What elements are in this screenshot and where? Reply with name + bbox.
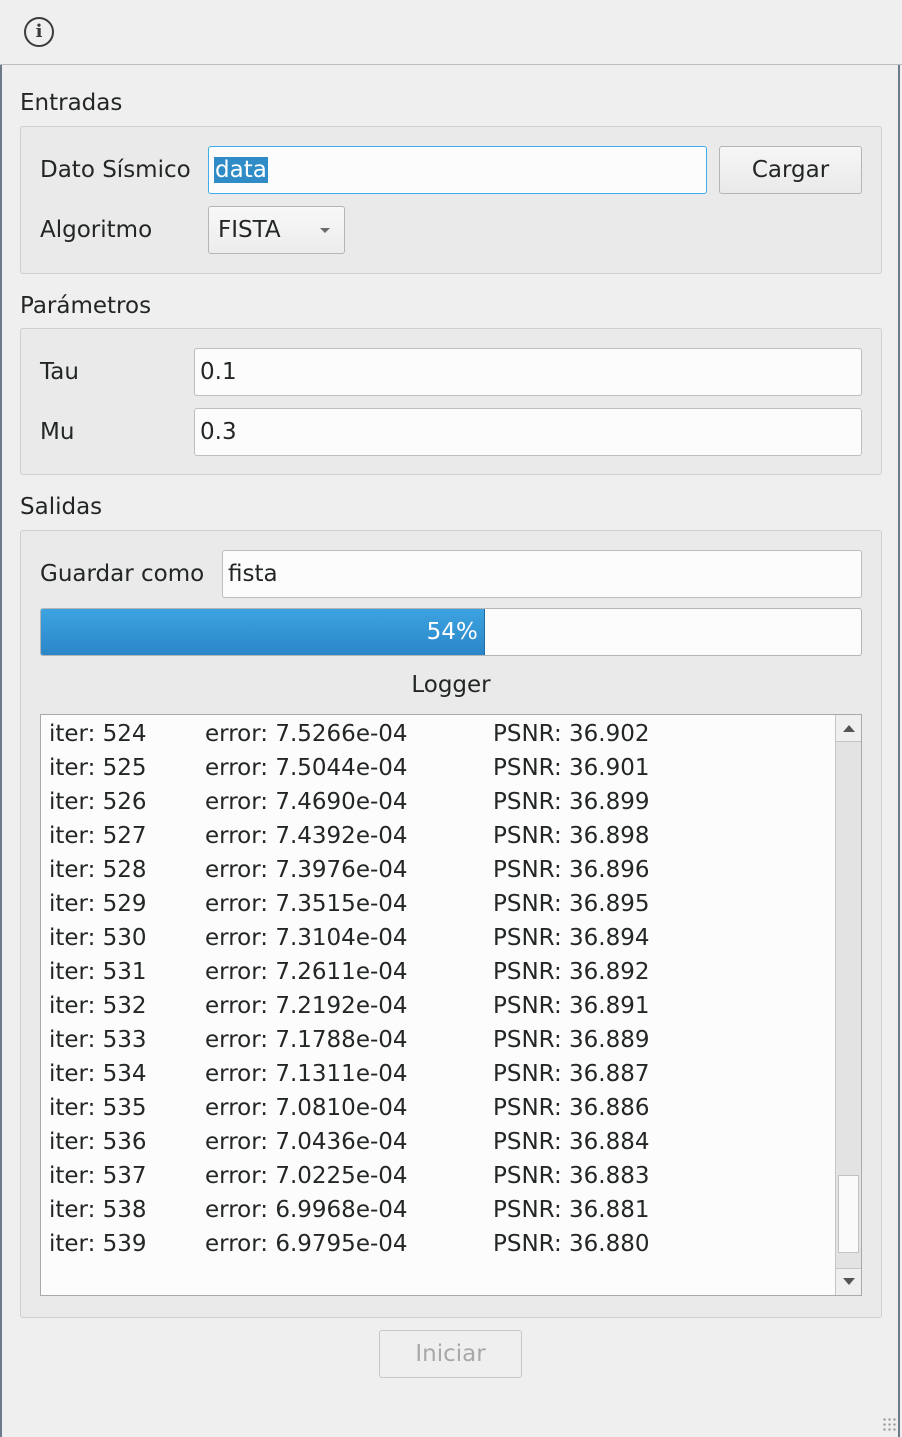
tau-label: Tau (40, 359, 79, 385)
scroll-down-icon[interactable] (836, 1268, 861, 1295)
progress-bar: 54% (40, 608, 862, 656)
log-error: error: 7.0810e-04 (205, 1095, 408, 1121)
log-line: iter: 531 error: 7.2611e-04 PSNR: 36.892 (49, 955, 650, 989)
log-iter: iter: 533 (49, 1027, 147, 1053)
log-psnr: PSNR: 36.889 (493, 1027, 650, 1053)
log-line: iter: 524 error: 7.5266e-04 PSNR: 36.902 (49, 717, 650, 751)
log-psnr: PSNR: 36.884 (493, 1129, 650, 1155)
log-psnr: PSNR: 36.899 (493, 789, 650, 815)
log-line: iter: 533 error: 7.1788e-04 PSNR: 36.889 (49, 1023, 650, 1057)
log-iter: iter: 536 (49, 1129, 147, 1155)
log-psnr: PSNR: 36.880 (493, 1231, 650, 1257)
guardar-como-input[interactable]: fista (222, 550, 862, 598)
log-error: error: 7.2192e-04 (205, 993, 408, 1019)
log-lines: iter: 524 error: 7.5266e-04 PSNR: 36.902 it… (49, 717, 650, 1261)
log-line: iter: 534 error: 7.1311e-04 PSNR: 36.887 (49, 1057, 650, 1091)
log-line: iter: 529 error: 7.3515e-04 PSNR: 36.895 (49, 887, 650, 921)
log-error: error: 7.1788e-04 (205, 1027, 408, 1053)
log-error: error: 7.3976e-04 (205, 857, 408, 883)
log-error: error: 7.5266e-04 (205, 721, 408, 747)
log-error: error: 7.5044e-04 (205, 755, 408, 781)
log-error: error: 7.0436e-04 (205, 1129, 408, 1155)
log-psnr: PSNR: 36.896 (493, 857, 650, 883)
log-iter: iter: 526 (49, 789, 147, 815)
log-line: iter: 526 error: 7.4690e-04 PSNR: 36.899 (49, 785, 650, 819)
log-psnr: PSNR: 36.887 (493, 1061, 650, 1087)
log-error: error: 7.4392e-04 (205, 823, 408, 849)
log-error: error: 7.3104e-04 (205, 925, 408, 951)
cargar-button[interactable]: Cargar (719, 146, 862, 194)
dato-sismico-value: data (214, 157, 268, 183)
log-iter: iter: 527 (49, 823, 147, 849)
tau-input[interactable]: 0.1 (194, 348, 862, 396)
log-line: iter: 539 error: 6.9795e-04 PSNR: 36.880 (49, 1227, 650, 1261)
log-line: iter: 535 error: 7.0810e-04 PSNR: 36.886 (49, 1091, 650, 1125)
scroll-thumb[interactable] (838, 1175, 859, 1253)
log-iter: iter: 532 (49, 993, 147, 1019)
log-error: error: 7.2611e-04 (205, 959, 408, 985)
log-psnr: PSNR: 36.894 (493, 925, 650, 951)
algoritmo-select[interactable]: FISTA (208, 206, 345, 254)
log-error: error: 7.0225e-04 (205, 1163, 408, 1189)
log-iter: iter: 525 (49, 755, 147, 781)
parametros-title: Parámetros (20, 293, 152, 319)
info-icon[interactable]: i (24, 17, 54, 47)
log-error: error: 7.3515e-04 (205, 891, 408, 917)
log-iter: iter: 530 (49, 925, 147, 951)
mu-label: Mu (40, 419, 75, 445)
log-psnr: PSNR: 36.895 (493, 891, 650, 917)
log-psnr: PSNR: 36.891 (493, 993, 650, 1019)
salidas-title: Salidas (20, 494, 103, 520)
log-iter: iter: 528 (49, 857, 147, 883)
progress-text: 54% (426, 619, 478, 645)
log-psnr: PSNR: 36.898 (493, 823, 650, 849)
log-iter: iter: 529 (49, 891, 147, 917)
guardar-como-label: Guardar como (40, 561, 205, 587)
algoritmo-label: Algoritmo (40, 217, 153, 243)
log-iter: iter: 534 (49, 1061, 147, 1087)
log-line: iter: 532 error: 7.2192e-04 PSNR: 36.891 (49, 989, 650, 1023)
log-error: error: 7.1311e-04 (205, 1061, 408, 1087)
log-line: iter: 527 error: 7.4392e-04 PSNR: 36.898 (49, 819, 650, 853)
logger-title: Logger (411, 672, 491, 698)
log-psnr: PSNR: 36.886 (493, 1095, 650, 1121)
log-line: iter: 538 error: 6.9968e-04 PSNR: 36.881 (49, 1193, 650, 1227)
resize-grip-icon[interactable] (882, 1417, 898, 1433)
log-line: iter: 537 error: 7.0225e-04 PSNR: 36.883 (49, 1159, 650, 1193)
scroll-up-icon[interactable] (836, 715, 861, 742)
progress-fill: 54% (41, 609, 485, 655)
log-iter: iter: 531 (49, 959, 147, 985)
log-iter: iter: 535 (49, 1095, 147, 1121)
mu-input[interactable]: 0.3 (194, 408, 862, 456)
chevron-down-icon (320, 228, 330, 233)
logger-textarea[interactable]: iter: 524 error: 7.5266e-04 PSNR: 36.902 it… (40, 714, 862, 1296)
log-line: iter: 530 error: 7.3104e-04 PSNR: 36.894 (49, 921, 650, 955)
dato-sismico-input[interactable]: data (208, 146, 707, 194)
log-iter: iter: 538 (49, 1197, 147, 1223)
entradas-title: Entradas (20, 90, 123, 116)
log-psnr: PSNR: 36.883 (493, 1163, 650, 1189)
log-line: iter: 528 error: 7.3976e-04 PSNR: 36.896 (49, 853, 650, 887)
log-iter: iter: 539 (49, 1231, 147, 1257)
log-error: error: 6.9968e-04 (205, 1197, 408, 1223)
logger-scrollbar[interactable] (835, 715, 861, 1295)
algoritmo-value: FISTA (218, 217, 281, 243)
log-error: error: 6.9795e-04 (205, 1231, 408, 1257)
dato-sismico-label: Dato Sísmico (40, 157, 191, 183)
log-psnr: PSNR: 36.881 (493, 1197, 650, 1223)
iniciar-button[interactable]: Iniciar (379, 1330, 522, 1378)
log-psnr: PSNR: 36.901 (493, 755, 650, 781)
log-line: iter: 525 error: 7.5044e-04 PSNR: 36.901 (49, 751, 650, 785)
log-psnr: PSNR: 36.892 (493, 959, 650, 985)
log-line: iter: 536 error: 7.0436e-04 PSNR: 36.884 (49, 1125, 650, 1159)
toolbar: i (0, 0, 902, 65)
log-psnr: PSNR: 36.902 (493, 721, 650, 747)
log-iter: iter: 537 (49, 1163, 147, 1189)
log-error: error: 7.4690e-04 (205, 789, 408, 815)
log-iter: iter: 524 (49, 721, 147, 747)
